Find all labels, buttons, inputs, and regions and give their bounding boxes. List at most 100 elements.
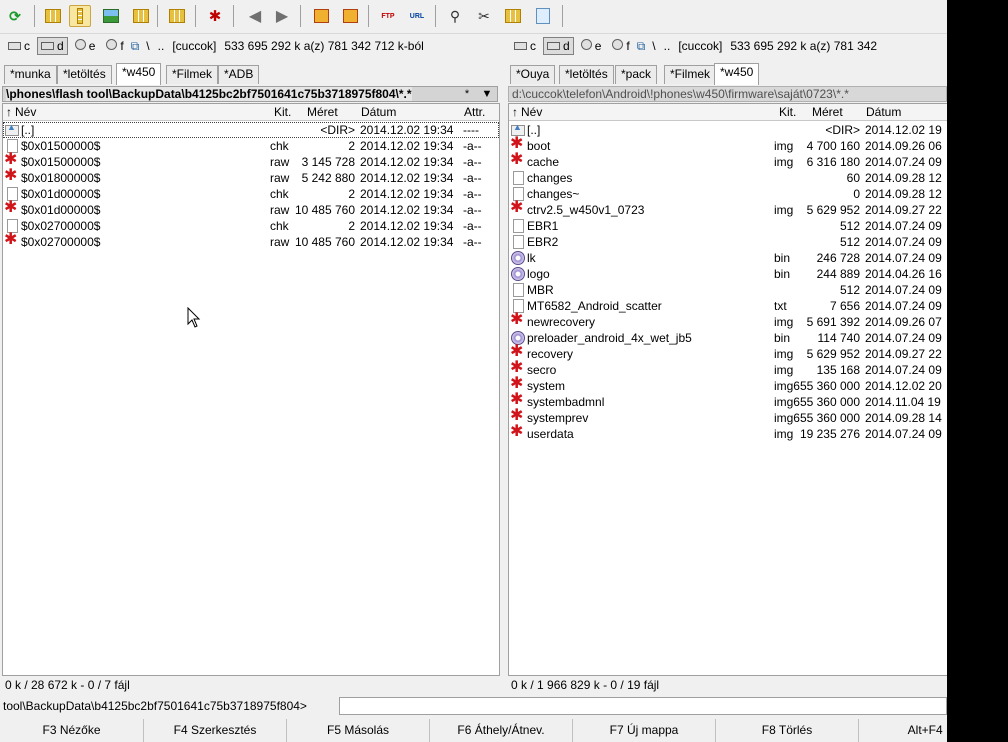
file-row[interactable]: recovery img 5 629 952 2014.09.27 22 (509, 344, 947, 362)
file-row[interactable]: [..] <DIR> 2014.12.02 19 (509, 119, 947, 138)
drive-button-d[interactable]: d (543, 37, 574, 55)
sync-dirs-button[interactable] (502, 5, 524, 27)
folder-tab[interactable]: *letöltés (559, 65, 614, 84)
file-size: 3 145 728 (301, 155, 355, 169)
file-row[interactable]: secro img 135 168 2014.07.24 09 (509, 360, 947, 378)
file-row[interactable]: boot img 4 700 160 2014.09.26 06 (509, 136, 947, 154)
col-date[interactable]: Dátum (361, 105, 396, 120)
network-icon[interactable]: ⧉ (637, 39, 646, 53)
file-row[interactable]: $0x01800000$ raw 5 242 880 2014.12.02 19:34… (3, 168, 499, 186)
brief-view-button[interactable] (42, 5, 64, 27)
file-row[interactable]: $0x01500000$ raw 3 145 728 2014.12.02 19:34… (3, 152, 499, 170)
refresh-button[interactable]: ⟳ (4, 5, 26, 27)
file-row[interactable]: MT6582_Android_scatter txt 7 656 2014.07.24… (509, 298, 947, 314)
file-row[interactable]: EBR2 512 2014.07.24 09 (509, 234, 947, 250)
tree-view-button[interactable] (130, 5, 152, 27)
network-icon[interactable]: ⧉ (131, 39, 140, 53)
folder-tab[interactable]: *w450 (116, 63, 162, 85)
file-row[interactable]: newrecovery img 5 691 392 2014.09.26 07 (509, 312, 947, 330)
file-row[interactable]: $0x01d00000$ chk 2 2014.12.02 19:34 -a-- (3, 186, 499, 202)
drive-button-d[interactable]: d (37, 37, 68, 55)
forward-button[interactable]: ▶ (271, 5, 293, 27)
file-row[interactable]: $0x01500000$ chk 2 2014.12.02 19:34 -a-- (3, 138, 499, 154)
file-ext: img (774, 315, 794, 329)
file-row[interactable]: system img655 360 000 2014.12.02 20 (509, 376, 947, 394)
col-ext[interactable]: Kit. (274, 105, 291, 120)
col-size[interactable]: Méret (812, 105, 843, 120)
folder-tab[interactable]: *Filmek (166, 65, 219, 84)
folder-tab[interactable]: *Ouya (510, 65, 556, 84)
unpack-button[interactable] (339, 5, 361, 27)
file-row[interactable]: ctrv2.5_w450v1_0723 img 5 629 952 2014.09.2… (509, 200, 947, 218)
file-row[interactable]: $0x01d00000$ raw 10 485 760 2014.12.02 19:3… (3, 200, 499, 218)
rename-multi-button[interactable]: ✂ (473, 5, 495, 27)
fkey-button-6[interactable]: F6 Áthely/Átnev. (430, 719, 573, 742)
thumbnail-view-button[interactable] (100, 5, 122, 27)
left-path-bar[interactable]: \phones\flash tool\BackupData\b4125bc2bf… (2, 86, 498, 102)
right-file-panel[interactable]: ↑ Név Kit. Méret Dátum [..] <DIR> 2014.12.… (508, 103, 947, 676)
root-dir-button[interactable]: \ (146, 39, 149, 53)
col-attr[interactable]: Attr. (464, 105, 485, 120)
drive-button-f[interactable]: f (608, 37, 633, 55)
file-size: 512 (839, 219, 860, 233)
file-row[interactable]: changes~ 0 2014.09.28 12 (509, 186, 947, 202)
folder-tab[interactable]: *Filmek (664, 65, 717, 84)
col-ext[interactable]: Kit. (779, 105, 796, 120)
drive-button-e[interactable]: e (577, 37, 606, 55)
file-row[interactable]: preloader_android_4x_wet_jb5 bin 114 740 20… (509, 330, 947, 346)
parent-dir-button[interactable]: .. (158, 39, 165, 53)
history-star-button[interactable]: * (459, 87, 475, 101)
compare-icon (169, 9, 185, 23)
select-all-button[interactable]: ✱ (204, 5, 226, 27)
file-row[interactable]: $0x02700000$ raw 10 485 760 2014.12.02 19:3… (3, 232, 499, 250)
col-size[interactable]: Méret (307, 105, 338, 120)
file-row[interactable]: systemprev img655 360 000 2014.09.28 14 (509, 408, 947, 426)
drive-button-e[interactable]: e (71, 37, 100, 55)
folder-tab[interactable]: *w450 (714, 63, 760, 85)
drive-button-f[interactable]: f (102, 37, 127, 55)
file-row[interactable]: changes 60 2014.09.28 12 (509, 170, 947, 186)
file-row[interactable]: MBR 512 2014.07.24 09 (509, 282, 947, 298)
parent-dir-button[interactable]: .. (664, 39, 671, 53)
col-date[interactable]: Dátum (866, 105, 901, 120)
file-row[interactable]: lk bin 246 728 2014.07.24 09 (509, 250, 947, 266)
fkey-button-9[interactable]: Alt+F4 Kil (859, 719, 947, 742)
back-button[interactable]: ◀ (244, 5, 266, 27)
col-name[interactable]: Név (521, 105, 542, 120)
search-button[interactable]: ⚲ (444, 5, 466, 27)
command-input[interactable] (339, 697, 947, 715)
file-row[interactable]: systembadmnl img655 360 000 2014.11.04 19 (509, 392, 947, 410)
url-connect-button[interactable]: URL (406, 5, 428, 27)
file-ext: raw (270, 155, 290, 169)
folder-tab[interactable]: *ADB (218, 65, 260, 84)
folder-tab[interactable]: *letöltés (57, 65, 112, 84)
fkey-button-8[interactable]: F8 Törlés (716, 719, 859, 742)
drive-button-c[interactable]: c (4, 37, 34, 55)
fkey-button-7[interactable]: F7 Új mappa (573, 719, 716, 742)
fkey-button-3[interactable]: F3 Nézőke (0, 719, 144, 742)
file-date: 2014.09.28 12 (865, 171, 942, 185)
file-row[interactable]: [..] <DIR> 2014.12.02 19:34 ---- (3, 119, 499, 138)
file-row[interactable]: logo bin 244 889 2014.04.26 16 (509, 266, 947, 282)
right-path-bar[interactable]: d:\cuccok\telefon\Android\!phones\w450\f… (508, 86, 947, 102)
file-date: 2014.09.27 22 (865, 347, 942, 361)
fkey-button-4[interactable]: F4 Szerkesztés (144, 719, 287, 742)
file-row[interactable]: $0x02700000$ chk 2 2014.12.02 19:34 -a-- (3, 218, 499, 234)
full-view-button[interactable] (69, 5, 91, 27)
file-name: [..] (527, 123, 541, 137)
path-dropdown-button[interactable]: ▼ (479, 87, 495, 101)
file-row[interactable]: cache img 6 316 180 2014.07.24 09 (509, 152, 947, 170)
file-row[interactable]: userdata img 19 235 276 2014.07.24 09 (509, 424, 947, 442)
fkey-button-5[interactable]: F5 Másolás (287, 719, 430, 742)
ftp-connect-button[interactable]: FTP (377, 5, 399, 27)
left-file-panel[interactable]: ↑ Név Kit. Méret Dátum Attr. [..] <DIR> 20… (2, 103, 500, 676)
folder-tab[interactable]: *munka (4, 65, 57, 84)
root-dir-button[interactable]: \ (652, 39, 655, 53)
compare-dirs-button[interactable] (166, 5, 188, 27)
file-row[interactable]: EBR1 512 2014.07.24 09 (509, 218, 947, 234)
col-name[interactable]: Név (15, 105, 36, 120)
folder-tab[interactable]: *pack (615, 65, 658, 84)
drive-button-c[interactable]: c (510, 37, 540, 55)
notepad-button[interactable] (532, 5, 554, 27)
pack-button[interactable] (310, 5, 332, 27)
